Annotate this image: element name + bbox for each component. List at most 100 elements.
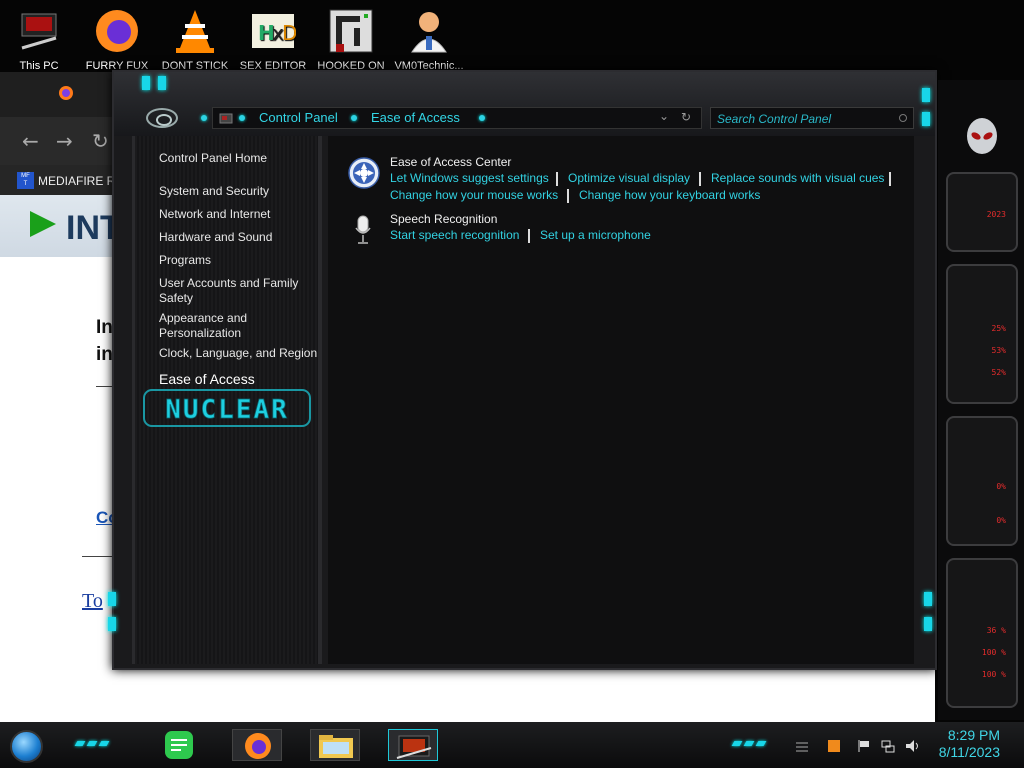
address-dot bbox=[201, 115, 207, 121]
nav-system-and-security[interactable]: System and Security bbox=[159, 184, 319, 199]
taskbar-explorer-button[interactable] bbox=[310, 729, 360, 761]
desktop-icon-vm0technic[interactable]: VM0Technic... bbox=[390, 4, 468, 72]
link-start-speech-recognition[interactable]: Start speech recognition bbox=[390, 228, 519, 242]
link-set-up-microphone[interactable]: Set up a microphone bbox=[540, 228, 651, 242]
gadget-calendar: 2023 bbox=[946, 172, 1018, 252]
desktop: ← → ↻ MF T MEDIAFIRE RC INTI In in Co To … bbox=[0, 0, 1024, 768]
taskbar-light bbox=[755, 741, 767, 746]
link-separator bbox=[556, 172, 558, 186]
gadget-percent: 100 % bbox=[981, 648, 1006, 657]
desktop-icon-this-pc[interactable]: This PC bbox=[0, 4, 78, 72]
taskbar-control-panel-button[interactable] bbox=[388, 729, 438, 761]
desktop-icon-sex-editor[interactable]: HxD SEX EDITOR bbox=[234, 4, 312, 72]
link-separator bbox=[567, 189, 569, 203]
partial-serif-link[interactable]: To bbox=[82, 590, 103, 613]
control-panel-icon bbox=[219, 113, 233, 124]
nav-appearance[interactable]: Appearance and Personalization bbox=[159, 311, 269, 341]
taskbar-light bbox=[731, 741, 743, 746]
action-center-flag-icon[interactable] bbox=[857, 739, 871, 753]
taskbar-clock[interactable]: 8:29 PM 8/11/2023 bbox=[939, 727, 1000, 761]
nav-control-panel-home[interactable]: Control Panel Home bbox=[159, 151, 319, 166]
category-title-ease-of-access-center[interactable]: Ease of Access Center bbox=[390, 155, 511, 169]
alienware-head-icon bbox=[967, 118, 997, 154]
frame-light bbox=[924, 592, 932, 606]
link-change-mouse[interactable]: Change how your mouse works bbox=[390, 188, 558, 202]
tray-menu-icon[interactable] bbox=[795, 739, 809, 753]
firefox-icon bbox=[245, 733, 271, 759]
gadget-network-meter: 0% 0% bbox=[946, 416, 1018, 546]
breadcrumb-control-panel[interactable]: Control Panel bbox=[259, 110, 338, 125]
chevron-down-icon[interactable]: ⌄ bbox=[659, 109, 669, 123]
search-icon[interactable] bbox=[899, 114, 907, 122]
gadget-percent: 25% bbox=[991, 324, 1006, 333]
frame-light bbox=[108, 592, 116, 606]
frame-light bbox=[922, 88, 930, 102]
microphone-icon[interactable] bbox=[354, 214, 372, 246]
taskbar-light bbox=[74, 741, 86, 746]
partial-heading-2: in bbox=[96, 344, 113, 365]
mediafire-icon: MF T bbox=[17, 172, 34, 189]
tray-app-icon[interactable] bbox=[827, 739, 841, 753]
frame-light bbox=[922, 112, 930, 126]
nav-clock-language-region[interactable]: Clock, Language, and Region bbox=[159, 346, 319, 361]
gadget-percent: 0% bbox=[996, 516, 1006, 525]
app-icon bbox=[328, 8, 374, 54]
nav-network-and-internet[interactable]: Network and Internet bbox=[159, 207, 319, 222]
doctor-avatar-icon bbox=[406, 8, 452, 54]
nav-user-accounts[interactable]: User Accounts and Family Safety bbox=[159, 276, 304, 306]
firefox-icon bbox=[94, 8, 140, 54]
taskbar-notes-button[interactable] bbox=[155, 729, 205, 761]
network-icon[interactable] bbox=[881, 739, 895, 753]
link-let-windows-suggest[interactable]: Let Windows suggest settings bbox=[390, 171, 549, 185]
link-change-keyboard[interactable]: Change how your keyboard works bbox=[579, 188, 760, 202]
gadget-percent: 100 % bbox=[981, 670, 1006, 679]
forward-arrow-icon[interactable]: → bbox=[56, 129, 73, 153]
taskbar-light bbox=[743, 741, 755, 746]
gadget-percent: 53% bbox=[991, 346, 1006, 355]
link-separator bbox=[528, 229, 530, 243]
ease-of-access-icon[interactable] bbox=[348, 157, 380, 189]
this-pc-icon bbox=[16, 8, 62, 54]
partial-heading-1: In bbox=[96, 317, 113, 338]
desktop-icon-furry-fux[interactable]: FURRY FUX bbox=[78, 4, 156, 72]
start-orb-icon[interactable] bbox=[10, 730, 43, 763]
gadget-percent: 52% bbox=[991, 368, 1006, 377]
nuclear-logo-icon bbox=[146, 108, 178, 128]
frame-light bbox=[108, 617, 116, 631]
notes-app-icon bbox=[165, 731, 193, 759]
nav-programs[interactable]: Programs bbox=[159, 253, 319, 268]
firefox-tab-icon[interactable] bbox=[58, 85, 74, 101]
clock-time: 8:29 PM bbox=[947, 727, 1000, 743]
category-title-speech-recognition[interactable]: Speech Recognition bbox=[390, 212, 497, 226]
desktop-icon-dont-stick[interactable]: DONT STICK bbox=[156, 4, 234, 72]
vlc-cone-icon bbox=[172, 8, 218, 54]
link-replace-sounds[interactable]: Replace sounds with visual cues bbox=[711, 171, 884, 185]
breadcrumb-ease-of-access[interactable]: Ease of Access bbox=[371, 110, 460, 125]
reload-icon[interactable]: ↻ bbox=[92, 129, 109, 153]
link-separator bbox=[699, 172, 701, 186]
folder-icon bbox=[319, 735, 353, 758]
search-input[interactable] bbox=[711, 109, 891, 129]
gadget-drive-meter: 36 % 100 % 100 % bbox=[946, 558, 1018, 708]
svg-text:D: D bbox=[282, 21, 296, 45]
frame-light bbox=[142, 76, 150, 90]
content-pane: Ease of Access Center Let Windows sugges… bbox=[328, 136, 914, 664]
gadget-year: 2023 bbox=[986, 210, 1006, 219]
clock-date: 8/11/2023 bbox=[938, 744, 1000, 760]
hxd-editor-icon: HxD bbox=[250, 8, 297, 54]
refresh-icon[interactable]: ↻ bbox=[681, 110, 691, 124]
volume-icon[interactable] bbox=[905, 739, 919, 753]
desktop-icon-hooked-on[interactable]: HOOKED ON bbox=[312, 4, 390, 72]
nuclear-badge-icon: NUCLEAR bbox=[143, 389, 311, 427]
address-bar[interactable]: Control Panel Ease of Access ⌄ ↻ bbox=[201, 107, 702, 129]
taskbar-firefox-button[interactable] bbox=[232, 729, 282, 761]
back-arrow-icon[interactable]: ← bbox=[22, 129, 39, 153]
nav-hardware-and-sound[interactable]: Hardware and Sound bbox=[159, 230, 319, 245]
divider bbox=[82, 556, 112, 557]
search-box[interactable] bbox=[710, 107, 914, 129]
taskbar: 8:29 PM 8/11/2023 bbox=[0, 722, 1024, 768]
taskbar-light bbox=[98, 741, 110, 746]
link-separator bbox=[889, 172, 891, 186]
link-optimize-visual-display[interactable]: Optimize visual display bbox=[568, 171, 690, 185]
address-dot bbox=[239, 115, 245, 121]
